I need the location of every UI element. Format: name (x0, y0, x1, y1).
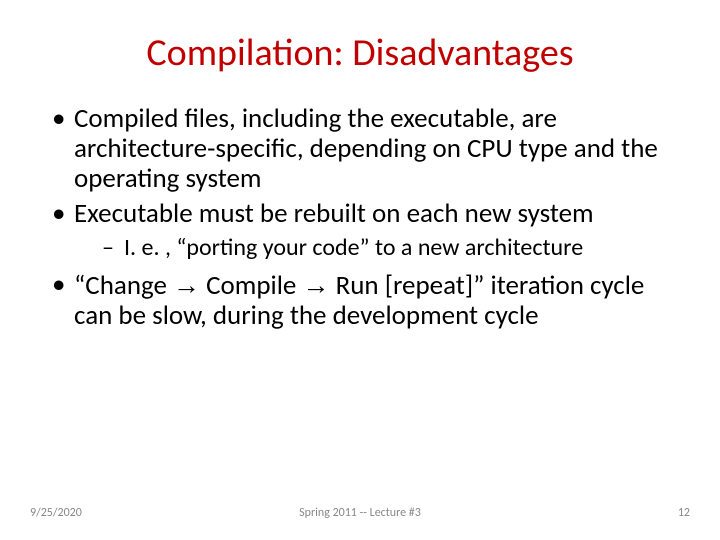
sub-bullet-item-1: I. e. , “porting your code” to a new arc… (74, 235, 672, 262)
arrow-icon: → (173, 270, 200, 300)
footer-center: Spring 2011 -- Lecture #3 (0, 506, 720, 520)
bullet-item-3: “Change → Compile → Run [repeat]” iterat… (48, 270, 672, 331)
bullet-item-1: Compiled files, including the executable… (48, 104, 672, 195)
bullet-item-2: Executable must be rebuilt on each new s… (48, 199, 672, 262)
bullet-3-part-1: “Change (74, 269, 173, 302)
arrow-icon: → (302, 270, 329, 300)
slide: Compilation: Disadvantages Compiled file… (0, 0, 720, 540)
footer-page-number: 12 (678, 506, 690, 520)
bullet-item-2-text: Executable must be rebuilt on each new s… (74, 197, 594, 230)
slide-title: Compilation: Disadvantages (48, 30, 672, 76)
sub-bullet-list: I. e. , “porting your code” to a new arc… (74, 235, 672, 262)
footer-date: 9/25/2020 (30, 506, 82, 520)
bullet-list: Compiled files, including the executable… (48, 104, 672, 331)
footer: 9/25/2020 Spring 2011 -- Lecture #3 12 (0, 506, 720, 520)
bullet-3-part-2: Compile (200, 269, 302, 302)
